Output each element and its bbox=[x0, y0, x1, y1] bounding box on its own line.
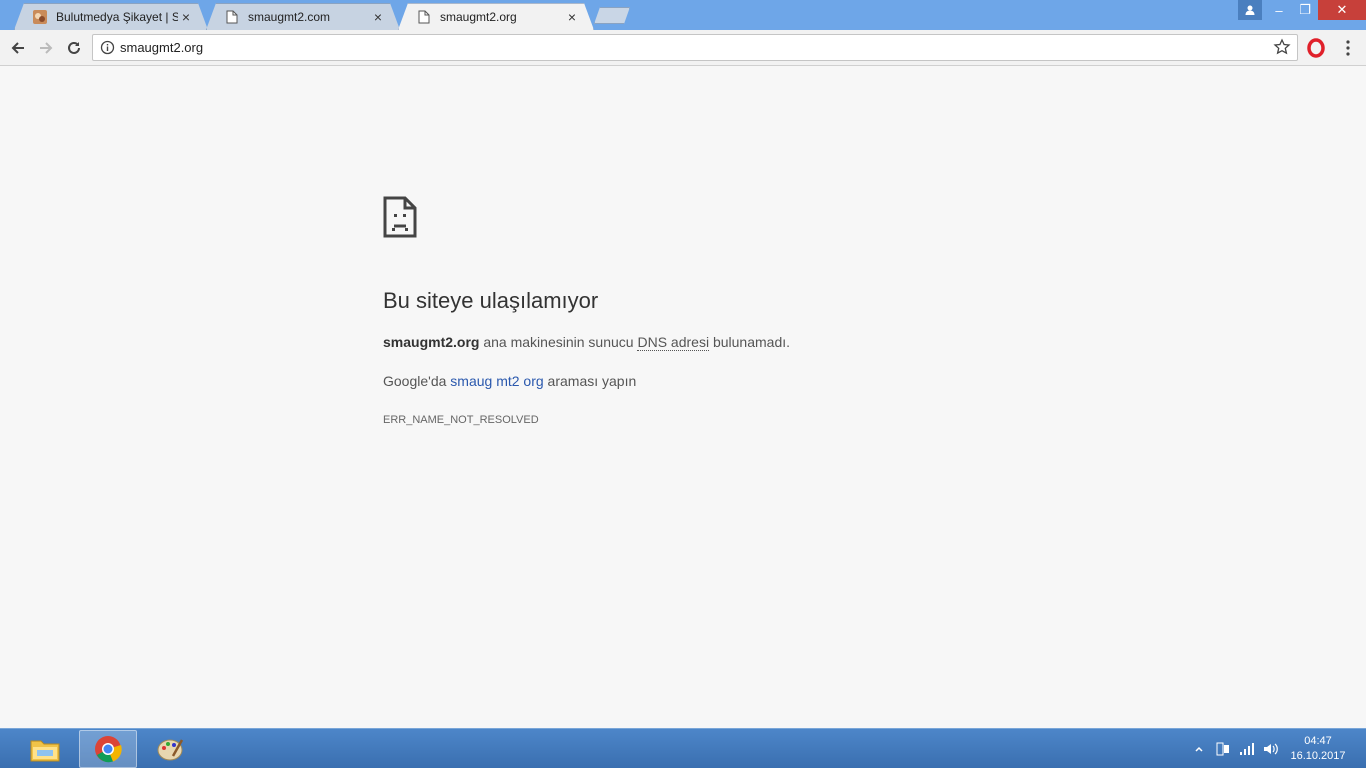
paint-icon[interactable] bbox=[141, 730, 199, 768]
error-desc-mid: ana makinesinin sunucu bbox=[479, 334, 638, 350]
url-text[interactable]: smaugmt2.org bbox=[120, 40, 203, 55]
bulutmedya-icon bbox=[32, 9, 48, 25]
back-button[interactable] bbox=[6, 36, 30, 60]
tab-title: Bulutmedya Şikayet | Say bbox=[56, 9, 178, 24]
minimize-button[interactable]: – bbox=[1266, 0, 1292, 20]
clock-date: 16.10.2017 bbox=[1290, 750, 1346, 762]
tab-smaugmt2-com[interactable]: smaugmt2.com × bbox=[206, 3, 400, 30]
tab-close-button[interactable]: × bbox=[178, 9, 194, 25]
error-title: Bu siteye ulaşılamıyor bbox=[383, 288, 599, 313]
maximize-button[interactable]: ❐ bbox=[1292, 0, 1318, 20]
clock-time: 04:47 bbox=[1304, 735, 1332, 747]
user-profile-icon[interactable] bbox=[1238, 0, 1262, 20]
error-description: smaugmt2.org ana makinesinin sunucu DNS … bbox=[383, 334, 791, 351]
volume-icon[interactable] bbox=[1262, 729, 1280, 768]
system-clock[interactable]: 04:47 16.10.2017 bbox=[1288, 734, 1348, 764]
error-code: ERR_NAME_NOT_RESOLVED bbox=[383, 414, 539, 426]
address-bar[interactable]: smaugmt2.org bbox=[92, 34, 1298, 61]
opera-extension-icon[interactable] bbox=[1306, 38, 1326, 58]
arrow-left-icon bbox=[11, 42, 24, 54]
tab-smaugmt2-org[interactable]: smaugmt2.org × bbox=[398, 3, 594, 30]
menu-dots-icon[interactable] bbox=[1340, 38, 1356, 58]
tab-bulutmedya[interactable]: Bulutmedya Şikayet | Say × bbox=[14, 3, 208, 30]
arrow-right-icon bbox=[40, 42, 53, 54]
tab-title: smaugmt2.org bbox=[440, 9, 517, 24]
error-page: Bu siteye ulaşılamıyor smaugmt2.org ana … bbox=[0, 66, 1366, 728]
signal-icon[interactable] bbox=[1238, 729, 1256, 768]
browser-toolbar: smaugmt2.org bbox=[0, 30, 1366, 66]
reload-button[interactable] bbox=[62, 36, 86, 60]
suggest-suffix: araması yapın bbox=[543, 373, 637, 389]
new-tab-button[interactable] bbox=[594, 7, 630, 24]
page-icon bbox=[416, 9, 432, 25]
google-search-link[interactable]: smaug mt2 org bbox=[450, 373, 543, 389]
close-window-button[interactable]: ✕ bbox=[1318, 0, 1366, 20]
error-host: smaugmt2.org bbox=[383, 334, 480, 350]
file-explorer-icon[interactable] bbox=[16, 730, 74, 768]
taskbar: 04:47 16.10.2017 bbox=[0, 728, 1366, 768]
tab-close-button[interactable]: × bbox=[564, 9, 580, 25]
forward-button[interactable] bbox=[34, 36, 58, 60]
page-icon bbox=[224, 9, 240, 25]
title-bar: Bulutmedya Şikayet | Say × smaugmt2.com … bbox=[0, 0, 1366, 30]
error-desc-end: bulunamadı. bbox=[709, 334, 791, 350]
show-hidden-icons-button[interactable] bbox=[1194, 729, 1204, 768]
chrome-icon[interactable] bbox=[79, 730, 137, 768]
sad-page-icon bbox=[383, 196, 417, 238]
dns-address-abbr: DNS adresi bbox=[637, 334, 710, 351]
tab-close-button[interactable]: × bbox=[370, 9, 386, 25]
suggest-prefix: Google'da bbox=[383, 373, 451, 389]
search-suggestion: Google'da smaug mt2 org araması yapın bbox=[383, 373, 636, 389]
reload-icon bbox=[68, 41, 80, 54]
info-icon[interactable] bbox=[100, 40, 115, 55]
tab-title: smaugmt2.com bbox=[248, 9, 331, 24]
star-icon[interactable] bbox=[1273, 38, 1291, 56]
power-icon[interactable] bbox=[1214, 729, 1232, 768]
